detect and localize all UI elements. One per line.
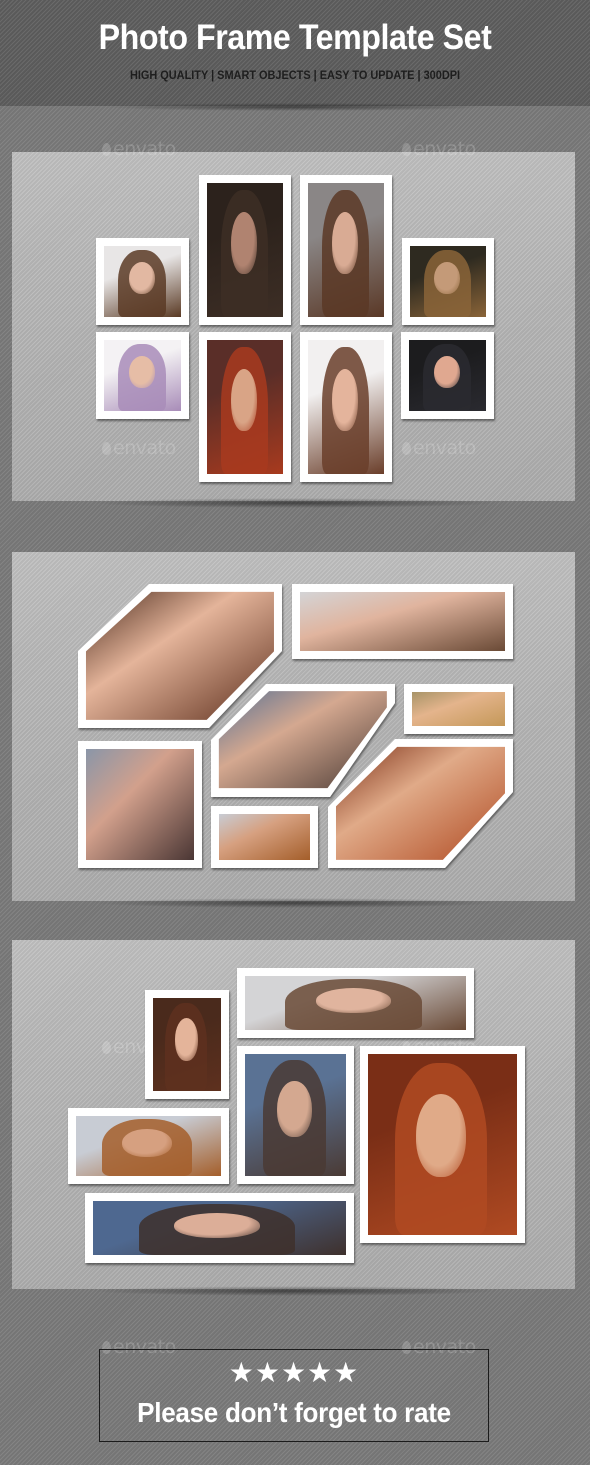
envato-leaf-icon [102, 1041, 111, 1054]
photo-frame[interactable] [96, 238, 189, 325]
face-shape [174, 1018, 198, 1062]
face-shape [433, 355, 460, 389]
template-panel-3: envato envato [12, 940, 575, 1289]
photo-frame[interactable] [85, 1193, 354, 1263]
template-panel-1: envato envato envato envato [12, 138, 575, 501]
photo-placeholder [104, 246, 181, 317]
face-shape [332, 369, 359, 432]
face-shape [332, 212, 359, 275]
watermark: envato [402, 138, 476, 160]
face-shape [415, 1093, 467, 1178]
photo-frame[interactable] [199, 175, 291, 325]
photo-frame[interactable]: Woman touching hair, bokeh background [292, 584, 513, 659]
page-title: Photo Frame Template Set [98, 18, 492, 57]
photo-placeholder [207, 340, 283, 474]
photo-frame[interactable]: Smiling blonde woman [404, 684, 513, 734]
photo-frame[interactable] [401, 332, 494, 419]
envato-leaf-icon [102, 143, 111, 156]
photo-placeholder [245, 1054, 346, 1176]
envato-leaf-icon [102, 442, 111, 455]
envato-leaf-icon [402, 442, 411, 455]
photo-frame[interactable] [96, 332, 189, 419]
watermark: envato [402, 437, 476, 459]
face-shape [434, 261, 461, 295]
photo-frame[interactable]: Woman in profile with hand near lips [78, 741, 202, 868]
page-subtitle: HIGH QUALITY | SMART OBJECTS | EASY TO U… [129, 70, 461, 82]
face-shape [231, 212, 258, 275]
photo-placeholder: Smiling blonde woman [412, 692, 505, 726]
photo-placeholder: Woman touching hair, bokeh background [300, 592, 505, 651]
face-shape [128, 261, 155, 295]
photo-frame[interactable]: Woman with flowing auburn curls [211, 806, 318, 868]
face-shape [173, 1212, 260, 1238]
panel-shadow [90, 1286, 500, 1296]
photo-frame[interactable] [300, 175, 392, 325]
face-shape [315, 987, 391, 1013]
rating-box[interactable]: ★★★★★ Please don’t forget to rate [99, 1349, 489, 1442]
face-shape [277, 1080, 312, 1137]
face-shape [231, 369, 258, 432]
header-shadow [100, 103, 490, 111]
star-rating-icons: ★★★★★ [228, 1356, 360, 1389]
photo-placeholder: Woman in profile with hand near lips [86, 749, 194, 860]
photo-frame[interactable] [402, 238, 494, 325]
photo-placeholder: Close-up of woman with brown hair [85, 591, 274, 720]
photo-frame[interactable] [300, 332, 392, 482]
panel-shadow [90, 498, 500, 508]
photo-frame[interactable] [145, 990, 229, 1099]
panel-shadow [90, 898, 500, 908]
photo-placeholder [409, 340, 486, 411]
photo-frame[interactable] [68, 1108, 229, 1184]
photo-placeholder [104, 340, 181, 411]
photo-placeholder [308, 340, 384, 474]
template-panel-2: envato envato Close-up of woman with bro… [12, 552, 575, 901]
photo-placeholder [308, 183, 384, 317]
photo-placeholder: Woman with red hair, eyes closed [335, 746, 505, 860]
angled-frames-layer: Close-up of woman with brown hair Woman t… [78, 584, 513, 868]
photo-frame[interactable] [237, 1046, 354, 1184]
photo-placeholder [76, 1116, 221, 1176]
photo-placeholder [153, 998, 221, 1091]
photo-placeholder [207, 183, 283, 317]
watermark: envato [102, 138, 176, 160]
face-shape [128, 355, 155, 389]
photo-frame[interactable] [360, 1046, 525, 1243]
photo-frame[interactable] [199, 332, 291, 482]
photo-placeholder: Woman with flowing auburn curls [219, 814, 310, 860]
photo-placeholder [368, 1054, 517, 1235]
rating-prompt: Please don’t forget to rate [137, 1397, 451, 1428]
photo-placeholder [410, 246, 486, 317]
face-shape [122, 1129, 172, 1157]
header-banner: Photo Frame Template Set HIGH QUALITY | … [0, 0, 590, 106]
envato-leaf-icon [402, 143, 411, 156]
photo-frame[interactable] [237, 968, 474, 1038]
photo-placeholder [93, 1201, 346, 1255]
watermark: envato [102, 437, 176, 459]
photo-placeholder [245, 976, 466, 1030]
